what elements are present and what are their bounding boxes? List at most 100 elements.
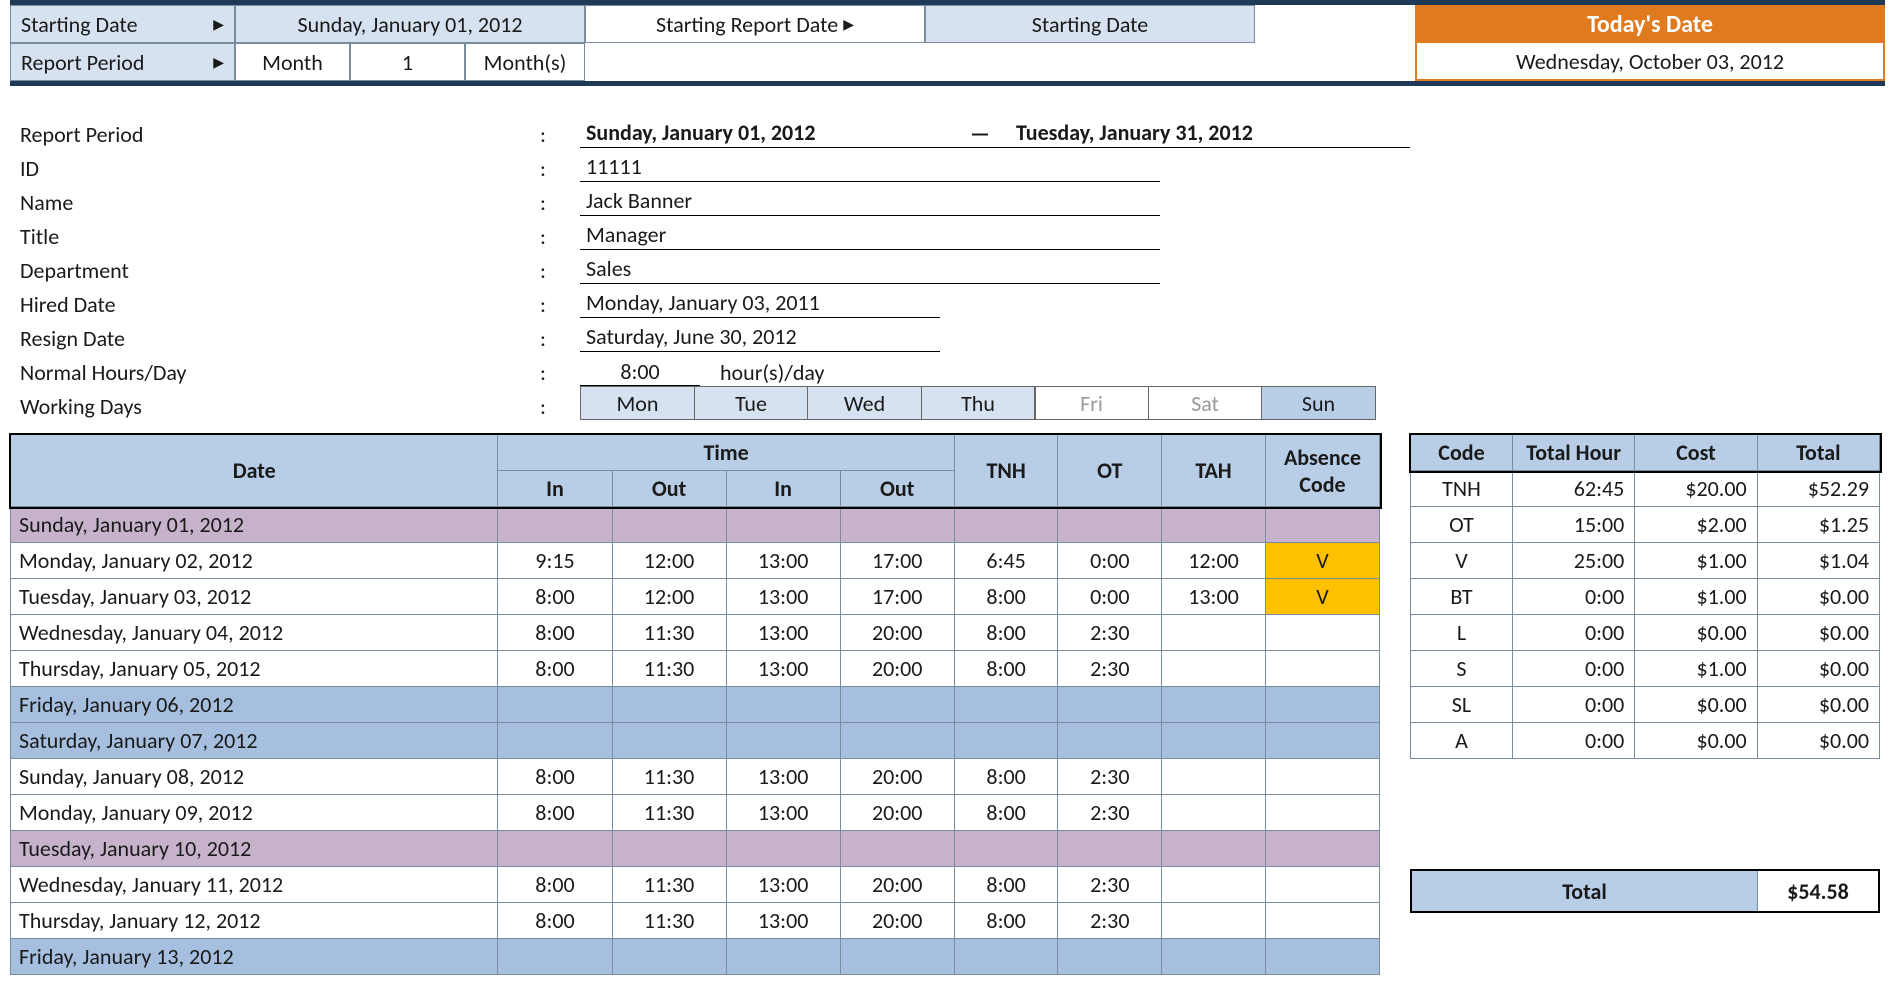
time-out1[interactable]: 11:30 (612, 795, 726, 831)
time-in2[interactable]: 13:00 (726, 867, 840, 903)
time-in2[interactable]: 13:00 (726, 543, 840, 579)
absence-code-cell[interactable] (1265, 723, 1379, 759)
ot-cell[interactable]: 2:30 (1058, 759, 1162, 795)
tnh-cell[interactable] (954, 831, 1058, 867)
tah-cell[interactable] (1162, 903, 1266, 939)
tah-cell[interactable]: 12:00 (1162, 543, 1266, 579)
date-cell[interactable]: Thursday, January 12, 2012 (11, 903, 498, 939)
time-out2[interactable]: 20:00 (840, 867, 954, 903)
time-in1[interactable]: 8:00 (498, 795, 612, 831)
time-in2[interactable] (726, 939, 840, 975)
absence-code-cell[interactable] (1265, 651, 1379, 687)
time-in2[interactable]: 13:00 (726, 795, 840, 831)
date-cell[interactable]: Friday, January 06, 2012 (11, 687, 498, 723)
absence-code-cell[interactable] (1265, 939, 1379, 975)
timesheet-row[interactable]: Sunday, January 01, 2012 (11, 507, 1380, 543)
working-day-tue[interactable]: Tue (694, 386, 809, 420)
absence-code-cell[interactable] (1265, 867, 1379, 903)
time-out1[interactable] (612, 831, 726, 867)
timesheet-row[interactable]: Tuesday, January 10, 2012 (11, 831, 1380, 867)
working-day-sun[interactable]: Sun (1261, 386, 1376, 420)
time-in2[interactable]: 13:00 (726, 903, 840, 939)
tah-cell[interactable] (1162, 687, 1266, 723)
time-out2[interactable] (840, 939, 954, 975)
timesheet-row[interactable]: Monday, January 02, 20129:1512:0013:0017… (11, 543, 1380, 579)
absence-code-cell[interactable] (1265, 831, 1379, 867)
ot-cell[interactable]: 2:30 (1058, 651, 1162, 687)
time-out2[interactable]: 20:00 (840, 759, 954, 795)
timesheet-row[interactable]: Wednesday, January 04, 20128:0011:3013:0… (11, 615, 1380, 651)
time-in1[interactable] (498, 831, 612, 867)
timesheet-row[interactable]: Thursday, January 12, 20128:0011:3013:00… (11, 903, 1380, 939)
tnh-cell[interactable] (954, 723, 1058, 759)
time-out2[interactable] (840, 723, 954, 759)
ot-cell[interactable]: 2:30 (1058, 867, 1162, 903)
tah-cell[interactable]: 13:00 (1162, 579, 1266, 615)
timesheet-row[interactable]: Monday, January 09, 20128:0011:3013:0020… (11, 795, 1380, 831)
working-day-wed[interactable]: Wed (807, 386, 922, 420)
tnh-cell[interactable] (954, 687, 1058, 723)
tnh-cell[interactable]: 8:00 (954, 795, 1058, 831)
tnh-cell[interactable]: 8:00 (954, 867, 1058, 903)
report-period-label[interactable]: Report Period ▶ (10, 43, 235, 81)
time-in1[interactable] (498, 723, 612, 759)
timesheet-row[interactable]: Tuesday, January 03, 20128:0012:0013:001… (11, 579, 1380, 615)
date-cell[interactable]: Monday, January 09, 2012 (11, 795, 498, 831)
tah-cell[interactable] (1162, 759, 1266, 795)
time-in1[interactable] (498, 687, 612, 723)
ot-cell[interactable]: 2:30 (1058, 795, 1162, 831)
time-in1[interactable] (498, 939, 612, 975)
ot-cell[interactable]: 0:00 (1058, 543, 1162, 579)
working-day-mon[interactable]: Mon (580, 386, 695, 420)
tnh-cell[interactable]: 8:00 (954, 615, 1058, 651)
starting-report-date-label[interactable]: Starting Report Date ▶ (585, 5, 925, 43)
tah-cell[interactable] (1162, 867, 1266, 903)
time-in1[interactable]: 8:00 (498, 651, 612, 687)
date-cell[interactable]: Friday, January 13, 2012 (11, 939, 498, 975)
date-cell[interactable]: Sunday, January 01, 2012 (11, 507, 498, 543)
tnh-cell[interactable]: 8:00 (954, 579, 1058, 615)
time-out1[interactable]: 12:00 (612, 543, 726, 579)
time-out2[interactable] (840, 687, 954, 723)
date-cell[interactable]: Wednesday, January 04, 2012 (11, 615, 498, 651)
absence-code-cell[interactable] (1265, 795, 1379, 831)
tnh-cell[interactable] (954, 939, 1058, 975)
tnh-cell[interactable]: 6:45 (954, 543, 1058, 579)
time-out1[interactable]: 11:30 (612, 651, 726, 687)
time-out2[interactable]: 20:00 (840, 903, 954, 939)
date-cell[interactable]: Wednesday, January 11, 2012 (11, 867, 498, 903)
time-out2[interactable] (840, 831, 954, 867)
timesheet-row[interactable]: Sunday, January 08, 20128:0011:3013:0020… (11, 759, 1380, 795)
ot-cell[interactable]: 0:00 (1058, 579, 1162, 615)
ot-cell[interactable] (1058, 687, 1162, 723)
time-in2[interactable] (726, 687, 840, 723)
date-cell[interactable]: Tuesday, January 03, 2012 (11, 579, 498, 615)
time-out2[interactable] (840, 507, 954, 543)
time-in2[interactable] (726, 831, 840, 867)
absence-code-cell[interactable] (1265, 687, 1379, 723)
time-out1[interactable] (612, 723, 726, 759)
tah-cell[interactable] (1162, 831, 1266, 867)
time-in2[interactable] (726, 723, 840, 759)
time-out2[interactable]: 20:00 (840, 651, 954, 687)
absence-code-cell[interactable] (1265, 507, 1379, 543)
date-cell[interactable]: Sunday, January 08, 2012 (11, 759, 498, 795)
time-out1[interactable]: 11:30 (612, 759, 726, 795)
time-in1[interactable]: 8:00 (498, 867, 612, 903)
time-out2[interactable]: 17:00 (840, 543, 954, 579)
time-in2[interactable]: 13:00 (726, 651, 840, 687)
time-out1[interactable] (612, 687, 726, 723)
absence-code-cell[interactable] (1265, 903, 1379, 939)
date-cell[interactable]: Tuesday, January 10, 2012 (11, 831, 498, 867)
tah-cell[interactable] (1162, 795, 1266, 831)
tah-cell[interactable] (1162, 615, 1266, 651)
time-in1[interactable]: 9:15 (498, 543, 612, 579)
tnh-cell[interactable]: 8:00 (954, 759, 1058, 795)
date-cell[interactable]: Monday, January 02, 2012 (11, 543, 498, 579)
tnh-cell[interactable]: 8:00 (954, 651, 1058, 687)
working-day-thu[interactable]: Thu (921, 386, 1036, 420)
time-in2[interactable] (726, 507, 840, 543)
time-in2[interactable]: 13:00 (726, 579, 840, 615)
starting-report-date-value[interactable]: Starting Date (925, 5, 1255, 43)
ot-cell[interactable] (1058, 831, 1162, 867)
